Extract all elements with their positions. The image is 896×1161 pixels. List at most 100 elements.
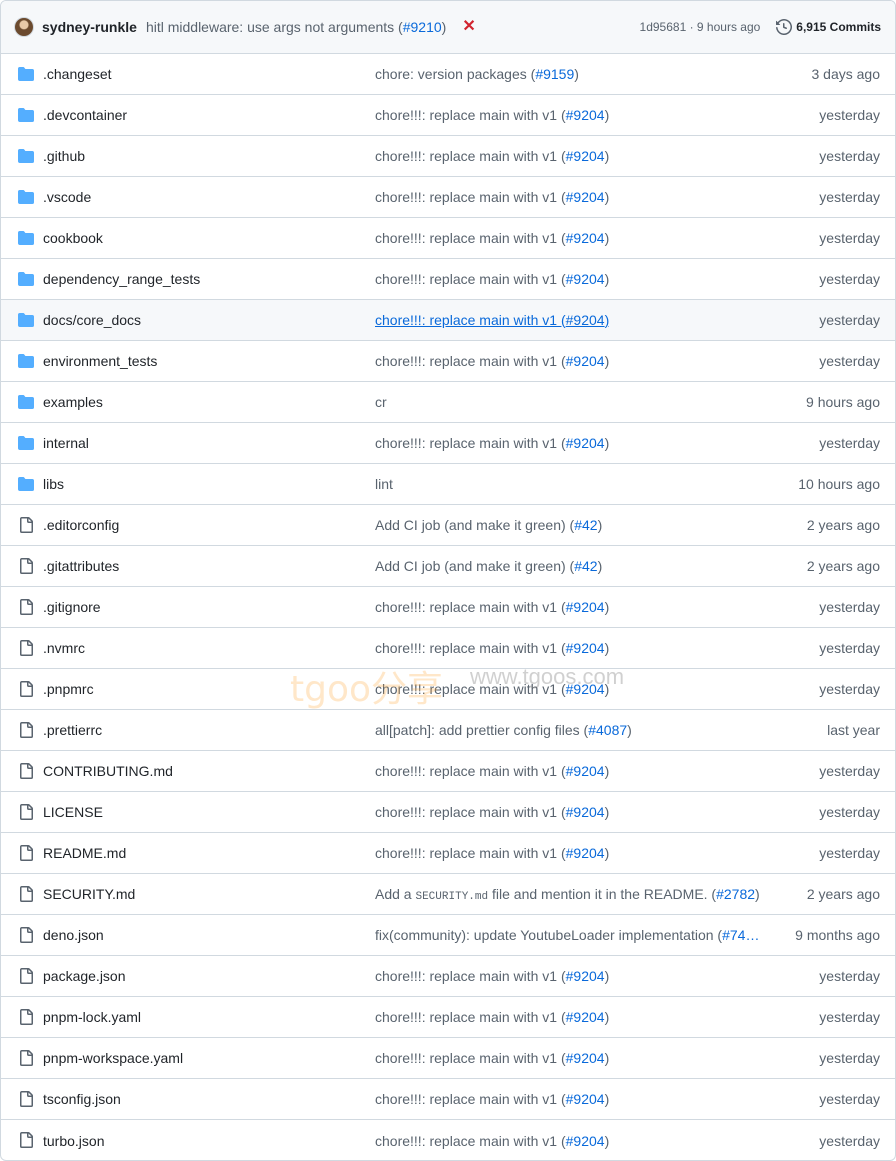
file-row[interactable]: cookbook chore!!!: replace main with v1 (… <box>1 218 895 259</box>
commit-time[interactable]: yesterday <box>819 271 880 287</box>
file-row[interactable]: examples cr 9 hours ago <box>1 382 895 423</box>
file-name-link[interactable]: .changeset <box>43 66 112 82</box>
pr-link[interactable]: #9204 <box>566 107 605 123</box>
commit-time[interactable]: last year <box>827 722 880 738</box>
file-row[interactable]: dependency_range_tests chore!!!: replace … <box>1 259 895 300</box>
commit-message-link[interactable]: chore!!!: replace main with v1 (#9204) <box>375 230 609 246</box>
commit-time[interactable]: yesterday <box>819 1009 880 1025</box>
author-avatar[interactable] <box>14 17 34 37</box>
pr-link[interactable]: #9204 <box>566 599 605 615</box>
commit-message-link[interactable]: chore!!!: replace main with v1 (#9204) <box>375 681 609 697</box>
commit-time[interactable]: yesterday <box>819 804 880 820</box>
commit-message-link[interactable]: chore!!!: replace main with v1 (#9204) <box>375 1050 609 1066</box>
pr-link[interactable]: #9204 <box>566 681 605 697</box>
commit-time[interactable]: 2 years ago <box>807 558 880 574</box>
file-name-link[interactable]: .pnpmrc <box>43 681 94 697</box>
file-name-link[interactable]: cookbook <box>43 230 103 246</box>
file-row[interactable]: tsconfig.json chore!!!: replace main with… <box>1 1079 895 1120</box>
pr-link[interactable]: #9204 <box>566 1050 605 1066</box>
commit-message-link[interactable]: Add a SECURITY.md file and mention it in… <box>375 886 760 903</box>
commit-time[interactable]: yesterday <box>819 681 880 697</box>
commit-time[interactable]: yesterday <box>819 189 880 205</box>
commit-message-link[interactable]: Add CI job (and make it green) (#42) <box>375 558 602 574</box>
commit-time[interactable]: 2 years ago <box>807 517 880 533</box>
file-name-link[interactable]: .github <box>43 148 85 164</box>
commit-message-link[interactable]: chore!!!: replace main with v1 (#9204) <box>375 1091 609 1107</box>
file-row[interactable]: pnpm-workspace.yaml chore!!!: replace mai… <box>1 1038 895 1079</box>
commit-time[interactable]: 3 days ago <box>812 66 881 82</box>
file-name-link[interactable]: .nvmrc <box>43 640 85 656</box>
commit-message-link[interactable]: chore!!!: replace main with v1 (#9204) <box>375 435 609 451</box>
file-row[interactable]: package.json chore!!!: replace main with … <box>1 956 895 997</box>
commit-message-link[interactable]: chore!!!: replace main with v1 (#9204) <box>375 640 609 656</box>
commit-message-link[interactable]: lint <box>375 476 393 492</box>
commit-message[interactable]: hitl middleware: use args not arguments … <box>146 19 446 35</box>
commit-message-link[interactable]: chore!!!: replace main with v1 (#9204) <box>375 107 609 123</box>
file-name-link[interactable]: .gitignore <box>43 599 101 615</box>
file-row[interactable]: .vscode chore!!!: replace main with v1 (#… <box>1 177 895 218</box>
commits-history-link[interactable]: 6,915 Commits <box>776 19 881 35</box>
file-name-link[interactable]: pnpm-lock.yaml <box>43 1009 141 1025</box>
commit-time[interactable]: yesterday <box>819 1091 880 1107</box>
file-name-link[interactable]: package.json <box>43 968 126 984</box>
file-row[interactable]: internal chore!!!: replace main with v1 (… <box>1 423 895 464</box>
file-row[interactable]: deno.json fix(community): update YoutubeL… <box>1 915 895 956</box>
file-name-link[interactable]: .vscode <box>43 189 91 205</box>
commit-message-link[interactable]: cr <box>375 394 387 410</box>
commit-message-link[interactable]: chore!!!: replace main with v1 (#9204) <box>375 1009 609 1025</box>
commit-message-link[interactable]: chore!!!: replace main with v1 (#9204) <box>375 353 609 369</box>
file-row[interactable]: environment_tests chore!!!: replace main … <box>1 341 895 382</box>
file-name-link[interactable]: .editorconfig <box>43 517 119 533</box>
pr-link[interactable]: #9204 <box>566 804 605 820</box>
file-name-link[interactable]: CONTRIBUTING.md <box>43 763 173 779</box>
file-row[interactable]: .editorconfig Add CI job (and make it gre… <box>1 505 895 546</box>
pr-link[interactable]: #4087 <box>588 722 627 738</box>
file-row[interactable]: CONTRIBUTING.md chore!!!: replace main wi… <box>1 751 895 792</box>
commit-message-link[interactable]: Add CI job (and make it green) (#42) <box>375 517 602 533</box>
file-row[interactable]: .github chore!!!: replace main with v1 (#… <box>1 136 895 177</box>
commit-time[interactable]: yesterday <box>819 230 880 246</box>
commit-time[interactable]: yesterday <box>819 1050 880 1066</box>
file-row[interactable]: .nvmrc chore!!!: replace main with v1 (#9… <box>1 628 895 669</box>
commit-time[interactable]: yesterday <box>819 968 880 984</box>
pr-link[interactable]: #9204 <box>566 968 605 984</box>
pr-link[interactable]: #9204 <box>566 640 605 656</box>
commit-message-link[interactable]: chore!!!: replace main with v1 (#9204) <box>375 968 609 984</box>
pr-link[interactable]: #9204 <box>566 1009 605 1025</box>
file-name-link[interactable]: environment_tests <box>43 353 157 369</box>
pr-link[interactable]: #9204 <box>566 1133 605 1149</box>
commit-message-link[interactable]: chore!!!: replace main with v1 (#9204) <box>375 763 609 779</box>
file-name-link[interactable]: SECURITY.md <box>43 886 135 902</box>
commit-time[interactable]: 9 hours ago <box>806 394 880 410</box>
commit-message-link[interactable]: all[patch]: add prettier config files (#… <box>375 722 632 738</box>
file-row[interactable]: .prettierrc all[patch]: add prettier conf… <box>1 710 895 751</box>
file-row[interactable]: .gitignore chore!!!: replace main with v1… <box>1 587 895 628</box>
commit-message-link[interactable]: chore!!!: replace main with v1 (#9204) <box>375 1133 609 1149</box>
pr-link[interactable]: #9204 <box>566 845 605 861</box>
file-name-link[interactable]: pnpm-workspace.yaml <box>43 1050 183 1066</box>
file-row[interactable]: .devcontainer chore!!!: replace main with… <box>1 95 895 136</box>
commit-message-link[interactable]: chore!!!: replace main with v1 (#9204) <box>375 845 609 861</box>
file-name-link[interactable]: tsconfig.json <box>43 1091 121 1107</box>
pr-link[interactable]: #74… <box>722 927 759 943</box>
pr-link[interactable]: #9204 <box>566 353 605 369</box>
file-name-link[interactable]: .devcontainer <box>43 107 127 123</box>
commit-message-link[interactable]: chore!!!: replace main with v1 (#9204) <box>375 804 609 820</box>
file-row[interactable]: .gitattributes Add CI job (and make it gr… <box>1 546 895 587</box>
pr-link[interactable]: #9204 <box>566 148 605 164</box>
pr-link[interactable]: #9159 <box>535 66 574 82</box>
commit-message-link[interactable]: chore: version packages (#9159) <box>375 66 579 82</box>
commit-message-link[interactable]: chore!!!: replace main with v1 (#9204) <box>375 599 609 615</box>
commit-time[interactable]: yesterday <box>819 353 880 369</box>
file-name-link[interactable]: .prettierrc <box>43 722 102 738</box>
file-name-link[interactable]: LICENSE <box>43 804 103 820</box>
pr-link[interactable]: #9204 <box>566 763 605 779</box>
file-row[interactable]: LICENSE chore!!!: replace main with v1 (#… <box>1 792 895 833</box>
commit-message-link[interactable]: chore!!!: replace main with v1 (#9204) <box>375 189 609 205</box>
file-row[interactable]: libs lint 10 hours ago <box>1 464 895 505</box>
commit-sha-time[interactable]: 1d95681 · 9 hours ago <box>640 20 761 34</box>
commit-time[interactable]: yesterday <box>819 640 880 656</box>
commit-time[interactable]: 9 months ago <box>795 927 880 943</box>
file-row[interactable]: SECURITY.md Add a SECURITY.md file and me… <box>1 874 895 915</box>
commit-time[interactable]: 10 hours ago <box>798 476 880 492</box>
